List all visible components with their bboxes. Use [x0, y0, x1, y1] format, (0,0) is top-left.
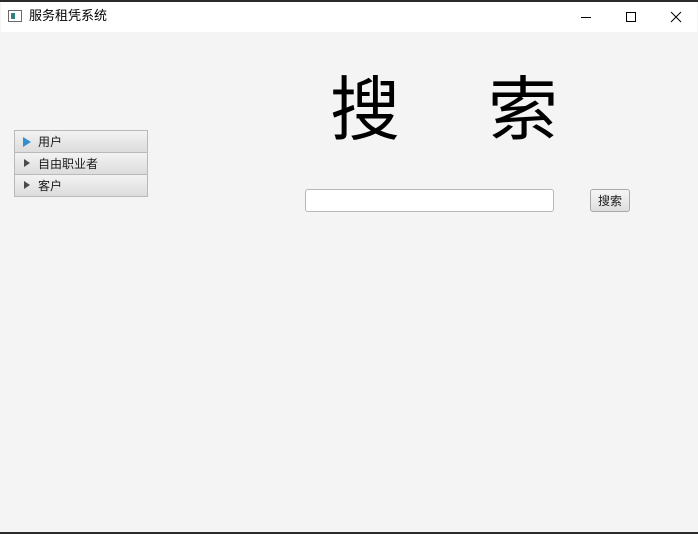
sidebar-item-label: 用户	[38, 135, 63, 149]
sidebar-item-label: 客户	[38, 179, 63, 193]
title-bar[interactable]: 服务租凭系统	[1, 2, 697, 32]
maximize-button[interactable]	[608, 2, 654, 32]
close-icon	[670, 11, 682, 23]
close-button[interactable]	[653, 2, 698, 32]
sidebar-accordion: 用户 自由职业者 客户	[14, 130, 148, 197]
maximize-icon	[626, 12, 636, 22]
search-input[interactable]	[305, 189, 554, 212]
expand-arrow-icon	[24, 159, 30, 167]
page-heading-left: 搜	[330, 69, 400, 151]
sidebar-item-label: 自由职业者	[38, 157, 99, 171]
app-window-icon	[8, 10, 22, 22]
sidebar-item-users[interactable]: 用户	[14, 130, 148, 153]
search-button[interactable]: 搜索	[590, 189, 630, 212]
minimize-icon	[581, 17, 591, 18]
expand-arrow-icon	[24, 181, 30, 189]
sidebar-item-freelancers[interactable]: 自由职业者	[14, 153, 148, 175]
window-title: 服务租凭系统	[29, 9, 108, 24]
expand-arrow-icon	[23, 137, 31, 147]
sidebar-item-customers[interactable]: 客户	[14, 175, 148, 197]
page-heading-right: 索	[488, 69, 558, 151]
minimize-button[interactable]	[563, 2, 609, 32]
app-window: 服务租凭系统 用户 自由职业者 客户 搜 索 搜索	[0, 0, 698, 534]
